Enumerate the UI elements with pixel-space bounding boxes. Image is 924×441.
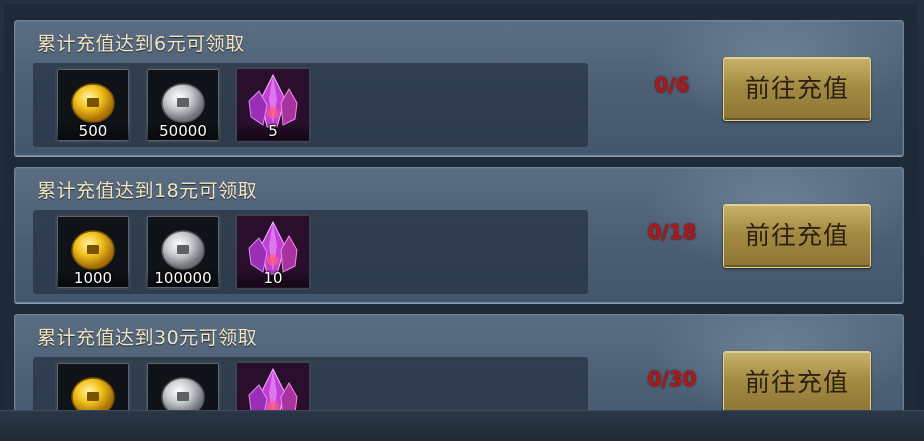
tier-title: 累计充值达到30元可领取 [37, 327, 258, 349]
go-recharge-button[interactable]: 前往充值 [723, 351, 871, 410]
progress-counter: 0/18 [647, 220, 697, 244]
reward-item-silver-coin[interactable] [145, 361, 221, 410]
reward-tier-card: 累计充值达到6元可领取 500 50000 5 0/6 前往充值 [14, 20, 904, 156]
item-count: 1000 [57, 269, 129, 287]
purple-crystal-icon [237, 363, 309, 410]
rewards-window: 累计充值达到6元可领取 500 50000 5 0/6 前往充值 累计充值达到1… [0, 0, 924, 441]
reward-tier-card: 累计充值达到18元可领取 1000 100000 10 0/18 前往充值 [14, 167, 904, 303]
panel-bottom-edge [0, 410, 924, 441]
item-count: 10 [237, 269, 309, 287]
item-count: 50000 [147, 122, 219, 140]
go-recharge-button[interactable]: 前往充值 [723, 204, 871, 268]
reward-item-silver-coin[interactable]: 100000 [145, 214, 221, 290]
progress-counter: 0/30 [647, 367, 697, 391]
item-count: 5 [237, 122, 309, 140]
tier-title: 累计充值达到6元可领取 [37, 33, 245, 55]
gold-coin-icon [71, 377, 115, 410]
item-count: 500 [57, 122, 129, 140]
go-recharge-button[interactable]: 前往充值 [723, 57, 871, 121]
reward-item-silver-coin[interactable]: 50000 [145, 67, 221, 143]
reward-tray [33, 357, 588, 410]
reward-item-gold-coin[interactable]: 1000 [55, 214, 131, 290]
reward-tray: 1000 100000 10 [33, 210, 588, 294]
tier-list[interactable]: 累计充值达到6元可领取 500 50000 5 0/6 前往充值 累计充值达到1… [4, 4, 918, 410]
tier-title: 累计充值达到18元可领取 [37, 180, 258, 202]
silver-coin-icon [161, 377, 205, 410]
reward-tray: 500 50000 5 [33, 63, 588, 147]
item-count: 100000 [147, 269, 219, 287]
progress-counter: 0/6 [654, 73, 690, 97]
reward-item-crystal[interactable]: 10 [235, 214, 311, 290]
reward-item-gold-coin[interactable] [55, 361, 131, 410]
reward-item-crystal[interactable] [235, 361, 311, 410]
reward-tier-card: 累计充值达到30元可领取 0/30 前往充值 [14, 314, 904, 410]
reward-item-gold-coin[interactable]: 500 [55, 67, 131, 143]
reward-item-crystal[interactable]: 5 [235, 67, 311, 143]
